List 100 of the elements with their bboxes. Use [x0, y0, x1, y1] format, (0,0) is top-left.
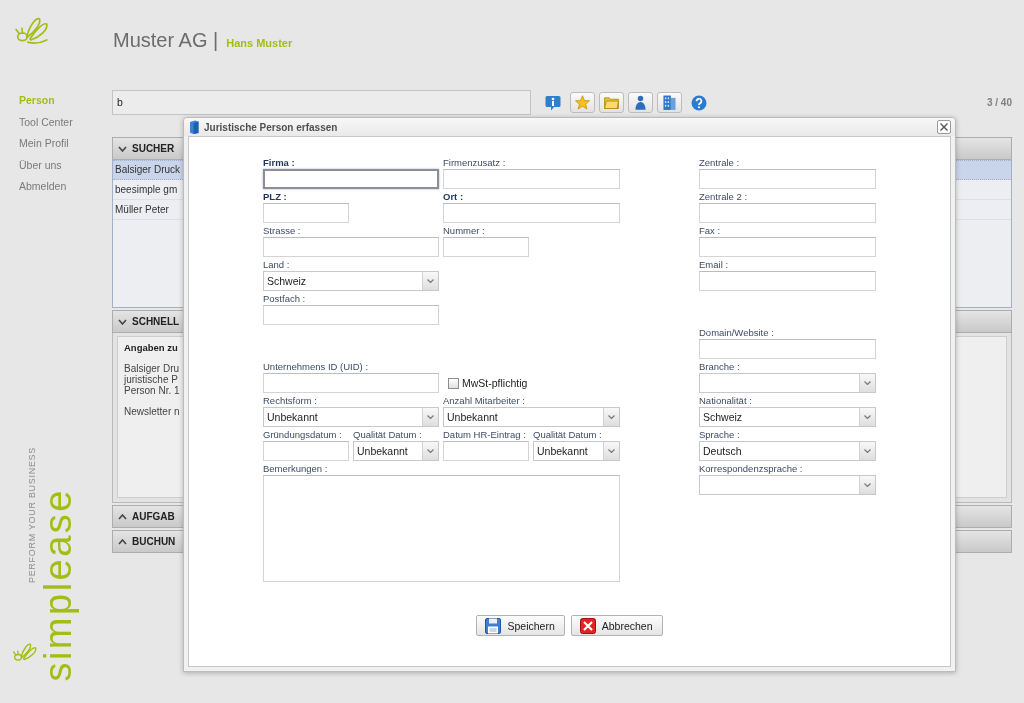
field-label: Nationalität :: [699, 395, 752, 407]
field-label: Korrespondenzsprache :: [699, 463, 803, 475]
chevron-down-icon: [859, 374, 875, 392]
chevron-up-icon[interactable]: [118, 538, 127, 545]
field-label: Land :: [263, 259, 290, 271]
input-field[interactable]: [699, 169, 876, 189]
input-field[interactable]: [263, 373, 439, 393]
field-label: Fax :: [699, 225, 721, 237]
field-label: Anzahl Mitarbeiter :: [443, 395, 525, 407]
card-line: juristische P: [124, 374, 178, 385]
field-label: Datum HR-Eintrag :: [443, 429, 526, 441]
help-icon[interactable]: [691, 94, 707, 111]
chevron-down-icon: [422, 272, 438, 290]
brand-tagline: PERFORM YOUR BUSINESS: [27, 446, 37, 583]
person-button[interactable]: [628, 92, 653, 113]
input-field[interactable]: [699, 203, 876, 223]
card-line: Person Nr. 1: [124, 385, 180, 396]
field-label: Firmenzusatz :: [443, 157, 506, 169]
field-label: Zentrale 2 :: [699, 191, 748, 203]
star-icon: [575, 95, 590, 110]
field-label: PLZ :: [263, 191, 287, 203]
dropdown[interactable]: Schweiz: [699, 407, 876, 427]
chevron-down-icon: [859, 476, 875, 494]
chevron-down-icon[interactable]: [118, 318, 127, 325]
dialog-title: Juristische Person erfassen: [204, 121, 338, 133]
field-label: Sprache :: [699, 429, 740, 441]
field-label: Zentrale :: [699, 157, 740, 169]
card-note: Newsletter n: [124, 406, 180, 417]
dropdown[interactable]: Deutsch: [699, 441, 876, 461]
result-name: Balsiger Druck: [115, 164, 181, 176]
dropdown[interactable]: Unbekannt: [533, 441, 620, 461]
input-field[interactable]: [699, 271, 876, 291]
cancel-button[interactable]: Abbrechen: [570, 615, 663, 636]
field-label: Firma :: [263, 157, 295, 169]
chevron-down-icon: [422, 408, 438, 426]
nav-link[interactable]: Tool Center: [19, 111, 73, 133]
dropdown[interactable]: Unbekannt: [353, 441, 439, 461]
input-field[interactable]: [263, 169, 439, 189]
company-name: Muster AG |: [113, 28, 219, 53]
chevron-down-icon: [422, 442, 438, 460]
building-icon: [663, 95, 676, 110]
info-icon[interactable]: [545, 94, 561, 111]
chevron-down-icon: [859, 442, 875, 460]
section-title: SUCHER: [132, 143, 175, 154]
field-label: Strasse :: [263, 225, 301, 237]
dropdown[interactable]: Unbekannt: [263, 407, 439, 427]
search-field[interactable]: b: [112, 90, 531, 115]
field-label: Postfach :: [263, 293, 306, 305]
folder-icon: [604, 96, 619, 109]
field-label: Bemerkungen :: [263, 463, 328, 475]
input-field[interactable]: [443, 237, 529, 257]
nav-link[interactable]: Abmelden: [19, 176, 67, 198]
text-area[interactable]: [263, 475, 620, 582]
field-label: Email :: [699, 259, 729, 271]
building-button[interactable]: [657, 92, 682, 113]
chevron-down-icon: [859, 408, 875, 426]
close-icon: [940, 123, 948, 131]
star-button[interactable]: [570, 92, 595, 113]
input-field[interactable]: [443, 203, 620, 223]
dropdown[interactable]: [699, 373, 876, 393]
bee-icon: [14, 16, 50, 46]
checkbox-label[interactable]: MwSt-pflichtig: [462, 377, 528, 389]
folder-button[interactable]: [599, 92, 624, 113]
chevron-up-icon[interactable]: [118, 513, 127, 520]
dropdown[interactable]: Schweiz: [263, 271, 439, 291]
input-field[interactable]: [263, 203, 349, 223]
input-field[interactable]: [263, 237, 439, 257]
input-field[interactable]: [263, 305, 439, 325]
chevron-down-icon: [603, 442, 619, 460]
section-title: BUCHUN: [132, 536, 176, 547]
person-icon: [635, 95, 646, 110]
field-label: Qualität Datum :: [353, 429, 422, 441]
input-field[interactable]: [699, 339, 876, 359]
chevron-down-icon[interactable]: [118, 145, 127, 152]
field-label: Qualität Datum :: [533, 429, 602, 441]
input-field[interactable]: [699, 237, 876, 257]
brand-name: simplease: [39, 488, 77, 682]
field-label: Branche :: [699, 361, 740, 373]
field-label: Domain/Website :: [699, 327, 774, 339]
input-field[interactable]: [443, 169, 620, 189]
nav-link[interactable]: Über uns: [19, 154, 62, 176]
section-title: AUFGAB: [132, 511, 175, 522]
dropdown[interactable]: Unbekannt: [443, 407, 620, 427]
save-button[interactable]: Speichern: [476, 615, 565, 636]
chevron-down-icon: [603, 408, 619, 426]
nav-link[interactable]: Mein Profil: [19, 133, 69, 155]
user-name: Hans Muster: [226, 37, 293, 49]
result-name: Müller Peter: [115, 203, 169, 216]
field-label: Rechtsform :: [263, 395, 317, 407]
book-icon: [189, 120, 199, 134]
input-field[interactable]: [443, 441, 529, 461]
section-title: SCHNELL: [132, 316, 180, 327]
field-label: Unternehmens ID (UID) :: [263, 361, 369, 373]
dropdown[interactable]: [699, 475, 876, 495]
close-button[interactable]: [937, 120, 951, 134]
input-field[interactable]: [263, 441, 349, 461]
card-line: Balsiger Dru: [124, 363, 180, 374]
field-label: Gründungsdatum :: [263, 429, 342, 441]
checkbox[interactable]: [448, 377, 459, 389]
page-counter: 3 / 40: [986, 97, 1012, 108]
